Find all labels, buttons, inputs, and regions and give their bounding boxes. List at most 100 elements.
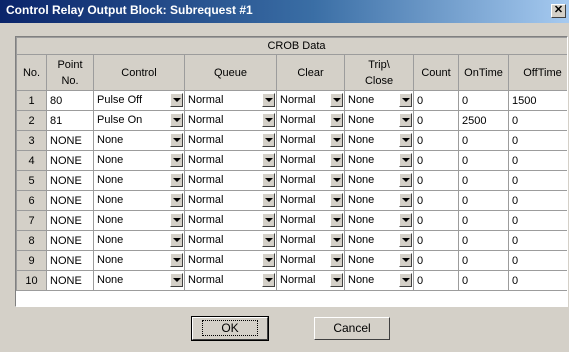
chevron-down-icon[interactable] [399, 153, 412, 167]
point-cell[interactable]: NONE [46, 230, 94, 251]
chevron-down-icon[interactable] [399, 233, 412, 247]
trip-dropdown[interactable]: None [344, 210, 414, 231]
chevron-down-icon[interactable] [262, 133, 275, 147]
clear-dropdown[interactable]: Normal [276, 210, 345, 231]
off-cell[interactable]: 0 [507, 150, 567, 171]
off-cell[interactable]: 0 [507, 230, 567, 251]
count-cell[interactable]: 0 [413, 190, 459, 211]
queue-dropdown[interactable]: Normal [184, 90, 277, 111]
chevron-down-icon[interactable] [262, 253, 275, 267]
trip-dropdown[interactable]: None [344, 170, 414, 191]
cancel-button[interactable]: Cancel [314, 317, 390, 340]
clear-dropdown[interactable]: Normal [276, 190, 345, 211]
off-cell[interactable]: 0 [507, 190, 567, 211]
ok-button[interactable]: OK [191, 316, 269, 341]
point-cell[interactable]: NONE [46, 170, 94, 191]
clear-dropdown[interactable]: Normal [276, 270, 345, 291]
control-dropdown[interactable]: None [93, 270, 185, 291]
on-cell[interactable]: 0 [458, 190, 509, 211]
chevron-down-icon[interactable] [170, 193, 183, 207]
queue-dropdown[interactable]: Normal [184, 110, 277, 131]
control-dropdown[interactable]: Pulse On [93, 110, 185, 131]
off-cell[interactable]: 1500 [507, 90, 567, 111]
close-icon[interactable]: ✕ [551, 4, 566, 18]
queue-dropdown[interactable]: Normal [184, 270, 277, 291]
title-bar[interactable]: Control Relay Output Block: Subrequest #… [0, 0, 569, 23]
trip-dropdown[interactable]: None [344, 190, 414, 211]
chevron-down-icon[interactable] [170, 93, 183, 107]
trip-dropdown[interactable]: None [344, 250, 414, 271]
chevron-down-icon[interactable] [399, 173, 412, 187]
off-cell[interactable]: 0 [507, 270, 567, 291]
chevron-down-icon[interactable] [170, 133, 183, 147]
chevron-down-icon[interactable] [330, 253, 343, 267]
point-cell[interactable]: NONE [46, 210, 94, 231]
clear-dropdown[interactable]: Normal [276, 110, 345, 131]
trip-dropdown[interactable]: None [344, 150, 414, 171]
on-cell[interactable]: 0 [458, 150, 509, 171]
control-dropdown[interactable]: None [93, 150, 185, 171]
on-cell[interactable]: 2500 [458, 110, 509, 131]
control-dropdown[interactable]: None [93, 210, 185, 231]
trip-dropdown[interactable]: None [344, 230, 414, 251]
point-cell[interactable]: NONE [46, 270, 94, 291]
control-dropdown[interactable]: Pulse Off [93, 90, 185, 111]
chevron-down-icon[interactable] [330, 93, 343, 107]
point-cell[interactable]: 81 [46, 110, 94, 131]
queue-dropdown[interactable]: Normal [184, 230, 277, 251]
count-cell[interactable]: 0 [413, 130, 459, 151]
chevron-down-icon[interactable] [262, 193, 275, 207]
clear-dropdown[interactable]: Normal [276, 230, 345, 251]
queue-dropdown[interactable]: Normal [184, 170, 277, 191]
chevron-down-icon[interactable] [262, 213, 275, 227]
chevron-down-icon[interactable] [330, 173, 343, 187]
chevron-down-icon[interactable] [262, 153, 275, 167]
clear-dropdown[interactable]: Normal [276, 250, 345, 271]
chevron-down-icon[interactable] [399, 93, 412, 107]
chevron-down-icon[interactable] [399, 133, 412, 147]
count-cell[interactable]: 0 [413, 250, 459, 271]
trip-dropdown[interactable]: None [344, 130, 414, 151]
queue-dropdown[interactable]: Normal [184, 210, 277, 231]
queue-dropdown[interactable]: Normal [184, 150, 277, 171]
point-cell[interactable]: NONE [46, 190, 94, 211]
on-cell[interactable]: 0 [458, 270, 509, 291]
on-cell[interactable]: 0 [458, 130, 509, 151]
chevron-down-icon[interactable] [330, 133, 343, 147]
chevron-down-icon[interactable] [262, 233, 275, 247]
control-dropdown[interactable]: None [93, 130, 185, 151]
chevron-down-icon[interactable] [262, 93, 275, 107]
count-cell[interactable]: 0 [413, 210, 459, 231]
count-cell[interactable]: 0 [413, 110, 459, 131]
count-cell[interactable]: 0 [413, 90, 459, 111]
off-cell[interactable]: 0 [507, 130, 567, 151]
chevron-down-icon[interactable] [330, 213, 343, 227]
trip-dropdown[interactable]: None [344, 90, 414, 111]
clear-dropdown[interactable]: Normal [276, 90, 345, 111]
off-cell[interactable]: 0 [507, 250, 567, 271]
chevron-down-icon[interactable] [399, 193, 412, 207]
chevron-down-icon[interactable] [170, 233, 183, 247]
queue-dropdown[interactable]: Normal [184, 190, 277, 211]
count-cell[interactable]: 0 [413, 170, 459, 191]
chevron-down-icon[interactable] [330, 233, 343, 247]
chevron-down-icon[interactable] [170, 273, 183, 287]
trip-dropdown[interactable]: None [344, 110, 414, 131]
queue-dropdown[interactable]: Normal [184, 130, 277, 151]
trip-dropdown[interactable]: None [344, 270, 414, 291]
off-cell[interactable]: 0 [507, 170, 567, 191]
off-cell[interactable]: 0 [507, 210, 567, 231]
count-cell[interactable]: 0 [413, 150, 459, 171]
control-dropdown[interactable]: None [93, 250, 185, 271]
on-cell[interactable]: 0 [458, 90, 509, 111]
chevron-down-icon[interactable] [170, 153, 183, 167]
point-cell[interactable]: NONE [46, 130, 94, 151]
chevron-down-icon[interactable] [170, 213, 183, 227]
point-cell[interactable]: NONE [46, 250, 94, 271]
chevron-down-icon[interactable] [330, 273, 343, 287]
chevron-down-icon[interactable] [399, 213, 412, 227]
chevron-down-icon[interactable] [330, 153, 343, 167]
clear-dropdown[interactable]: Normal [276, 150, 345, 171]
chevron-down-icon[interactable] [262, 273, 275, 287]
chevron-down-icon[interactable] [399, 113, 412, 127]
